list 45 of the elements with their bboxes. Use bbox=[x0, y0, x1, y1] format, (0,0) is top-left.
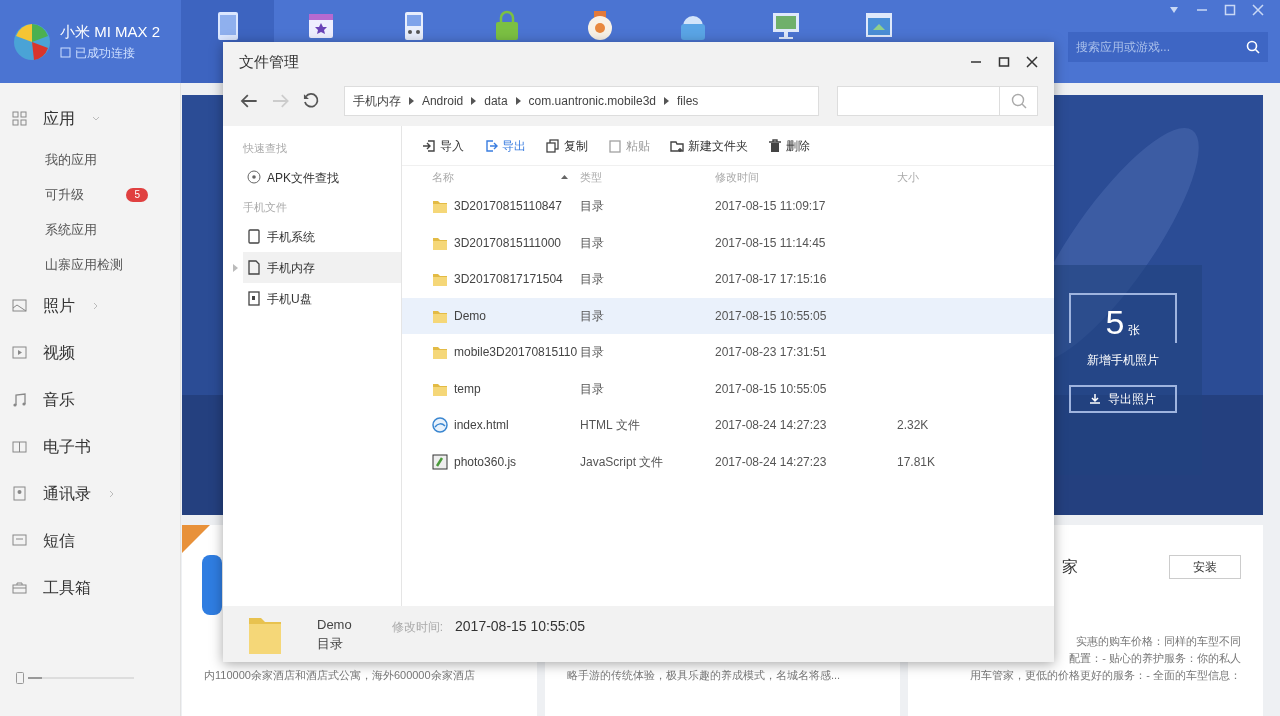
file-size: 2.32K bbox=[897, 418, 929, 433]
file-type: 目录 bbox=[317, 635, 344, 653]
file-type: JavaScript 文件 bbox=[580, 454, 664, 469]
file-type: 目录 bbox=[580, 235, 604, 250]
app-title: 家 bbox=[1062, 557, 1078, 577]
modified-label: 修改时间: bbox=[391, 618, 444, 636]
file-type: 目录 bbox=[580, 381, 604, 396]
modified-time: 2017-08-15 10:55:05 bbox=[715, 308, 827, 323]
file-name: Demo bbox=[454, 307, 486, 325]
section-heading: 手机文件 bbox=[242, 199, 288, 215]
file-type: 目录 bbox=[580, 345, 604, 360]
description-line: 略手游的传统体验，极具乐趣的养成模式，名城名将感... bbox=[567, 668, 841, 683]
file-type: HTML 文件 bbox=[580, 418, 640, 433]
file-name: 3D20170817171504 bbox=[454, 271, 563, 289]
photo-unit: 张 bbox=[1128, 322, 1141, 339]
file-type: 目录 bbox=[580, 308, 604, 323]
file-type: 目录 bbox=[580, 199, 604, 214]
file-name: photo360.js bbox=[454, 453, 517, 471]
file-name: mobile3D20170815110 bbox=[454, 344, 578, 362]
connection-status: 已成功连接 bbox=[75, 44, 135, 62]
section-heading: 快速查找 bbox=[242, 140, 288, 156]
modified-time: 2017-08-15 11:14:45 bbox=[715, 235, 826, 250]
description-line: 配置：- 贴心的养护服务：你的私人 bbox=[1069, 651, 1241, 666]
modified-time: 2017-08-15 10:55:05 bbox=[715, 381, 827, 396]
file-name: index.html bbox=[454, 417, 509, 435]
file-name: Demo bbox=[317, 615, 352, 634]
file-name: 3D20170815111000 bbox=[454, 234, 561, 252]
description-line: 用车管家，更低的价格更好的服务：- 全面的车型信息： bbox=[970, 668, 1241, 683]
window-title: 文件管理 bbox=[239, 51, 300, 72]
count-badge: 5 bbox=[126, 187, 148, 202]
description-line: 内110000余家酒店和酒店式公寓，海外600000余家酒店 bbox=[204, 668, 475, 683]
device-name: 小米 MI MAX 2 bbox=[60, 22, 160, 43]
file-type: 目录 bbox=[580, 272, 604, 287]
file-name: temp bbox=[454, 380, 481, 398]
file-size: 17.81K bbox=[897, 454, 936, 469]
modified-time: 2017-08-15 10:55:05 bbox=[455, 617, 586, 636]
file-name: 3D20170815110847 bbox=[454, 198, 562, 216]
modified-time: 2017-08-23 17:31:51 bbox=[715, 345, 827, 360]
modified-time: 2017-08-17 17:15:16 bbox=[715, 272, 827, 287]
modified-time: 2017-08-24 14:27:23 bbox=[715, 418, 827, 433]
modified-time: 2017-08-15 11:09:17 bbox=[715, 199, 826, 214]
photo-count: 5 bbox=[1105, 305, 1125, 339]
modified-time: 2017-08-24 14:27:23 bbox=[715, 454, 827, 469]
description-line: 实惠的购车价格：同样的车型不同 bbox=[1076, 634, 1241, 649]
photo-label: 新增手机照片 bbox=[1087, 352, 1159, 369]
